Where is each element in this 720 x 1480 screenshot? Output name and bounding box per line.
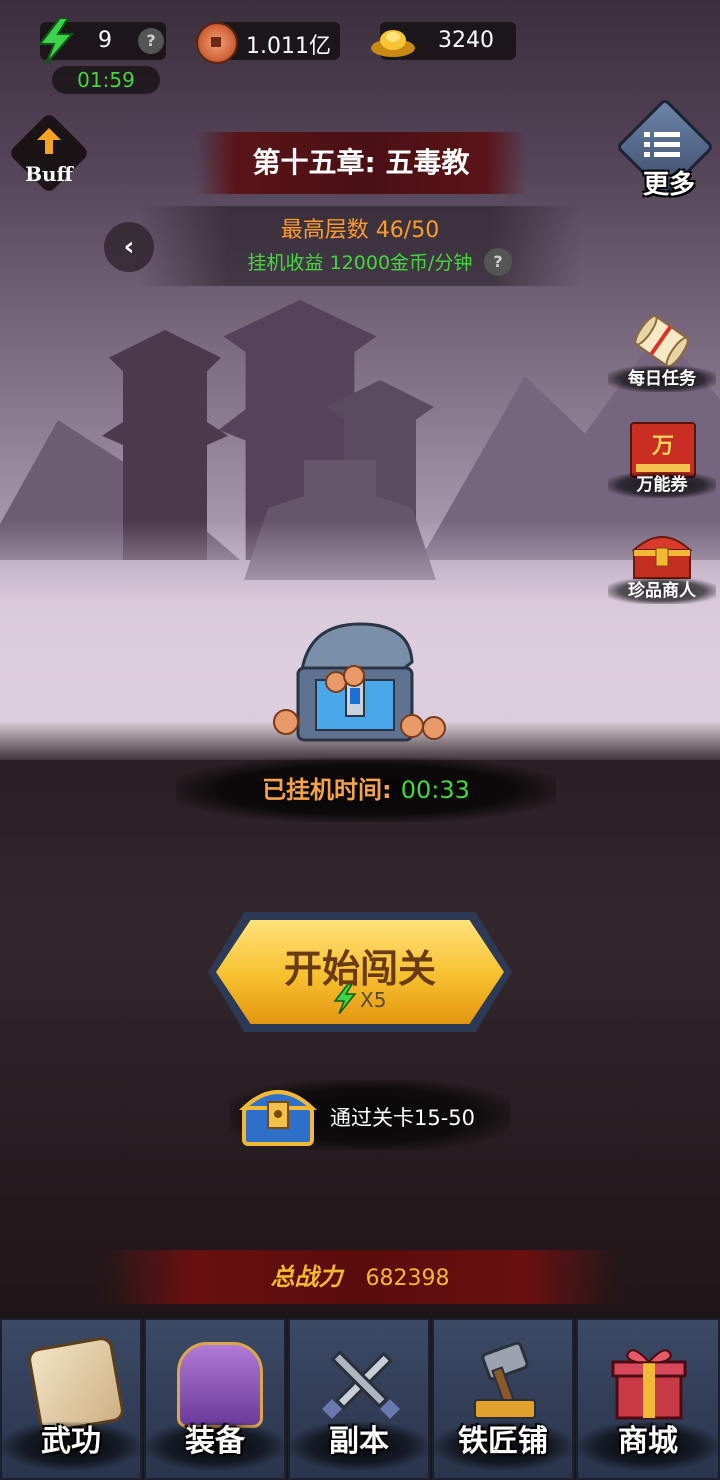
gold-value: 3240 xyxy=(438,28,494,53)
ground-foreground xyxy=(0,760,720,1320)
chapter-title-banner: 第十五章: 五毒教 xyxy=(196,132,526,194)
daily-tasks-label: 每日任务 xyxy=(608,366,716,392)
idle-time-label: 已挂机时间: xyxy=(262,776,392,804)
voucher-button[interactable]: 万 万能券 xyxy=(608,420,716,502)
energy-timer: 01:59 xyxy=(52,66,160,94)
daily-tasks-button[interactable]: 每日任务 xyxy=(608,314,716,396)
reward-chest-icon xyxy=(238,1080,318,1148)
idle-time-value: 00:33 xyxy=(400,776,470,804)
idle-income-text: 挂机收益 12000金币/分钟 xyxy=(247,252,473,274)
lightning-icon xyxy=(34,17,78,65)
start-challenge-button[interactable]: 开始闯关 X5 xyxy=(208,912,512,1032)
buff-button[interactable]: Buff xyxy=(7,111,91,195)
rare-merchant-label: 珍品商人 xyxy=(608,578,716,604)
nav-label-shop: 商城 xyxy=(618,1424,678,1459)
nav-tab-equipment[interactable]: 装备 xyxy=(144,1318,286,1480)
nav-label-blacksmith: 铁匠铺 xyxy=(458,1424,548,1459)
gold-counter: 3240 xyxy=(371,22,516,60)
more-button[interactable]: 更多 xyxy=(612,97,715,200)
list-menu-icon xyxy=(644,132,680,158)
treasure-chest-icon xyxy=(630,528,694,580)
energy-counter: 9 ? xyxy=(37,17,166,65)
energy-cost: X5 xyxy=(332,983,402,1015)
copper-coin-icon xyxy=(196,22,238,64)
crossed-swords-icon xyxy=(321,1342,401,1422)
energy-help-icon[interactable]: ? xyxy=(138,28,164,54)
energy-value: 9 xyxy=(98,28,112,53)
reward-text: 通过关卡15-50 xyxy=(330,1106,476,1130)
nav-tab-martial-arts[interactable]: 武功 xyxy=(0,1318,142,1480)
total-power-label: 总战力 xyxy=(270,1262,343,1291)
buff-label: Buff xyxy=(25,162,73,186)
nav-tab-shop[interactable]: 商城 xyxy=(576,1318,720,1480)
idle-time-banner: 已挂机时间: 00:33 xyxy=(176,758,556,822)
energy-timer-value: 01:59 xyxy=(77,68,135,92)
nav-label-equipment: 装备 xyxy=(185,1424,245,1459)
nav-label-martial-arts: 武功 xyxy=(41,1424,101,1459)
max-floor-text: 最高层数 46/50 xyxy=(280,218,440,243)
lightning-cost-icon xyxy=(332,983,358,1018)
nav-tab-blacksmith[interactable]: 铁匠铺 xyxy=(432,1318,574,1480)
more-label: 更多 xyxy=(642,170,695,200)
hammer-icon xyxy=(465,1341,545,1422)
back-button[interactable]: ‹ xyxy=(104,222,154,272)
stage-reward: 通过关卡15-50 xyxy=(230,1080,510,1150)
gift-box-icon xyxy=(609,1342,689,1422)
income-help-icon[interactable]: ? xyxy=(484,248,512,276)
nav-tab-dungeon[interactable]: 副本 xyxy=(288,1318,430,1480)
voucher-book-icon: 万 xyxy=(630,422,696,478)
total-power-value: 682398 xyxy=(365,1266,450,1291)
chapter-title: 第十五章: 五毒教 xyxy=(252,146,470,179)
total-power-bar: 总战力 682398 xyxy=(100,1250,620,1304)
nav-label-dungeon: 副本 xyxy=(329,1424,389,1459)
voucher-label: 万能券 xyxy=(608,472,716,498)
chevron-left-icon: ‹ xyxy=(123,232,135,262)
energy-cost-value: X5 xyxy=(360,988,387,1012)
copper-counter: 1.011亿 xyxy=(196,22,340,64)
idle-treasure-chest[interactable] xyxy=(262,618,458,748)
copper-value: 1.011亿 xyxy=(246,34,331,59)
gold-ingot-icon xyxy=(370,24,416,58)
rare-merchant-button[interactable]: 珍品商人 xyxy=(608,526,716,608)
scroll-icon xyxy=(628,314,694,368)
arrow-up-icon xyxy=(37,128,61,154)
voucher-badge: 万 xyxy=(651,433,674,459)
